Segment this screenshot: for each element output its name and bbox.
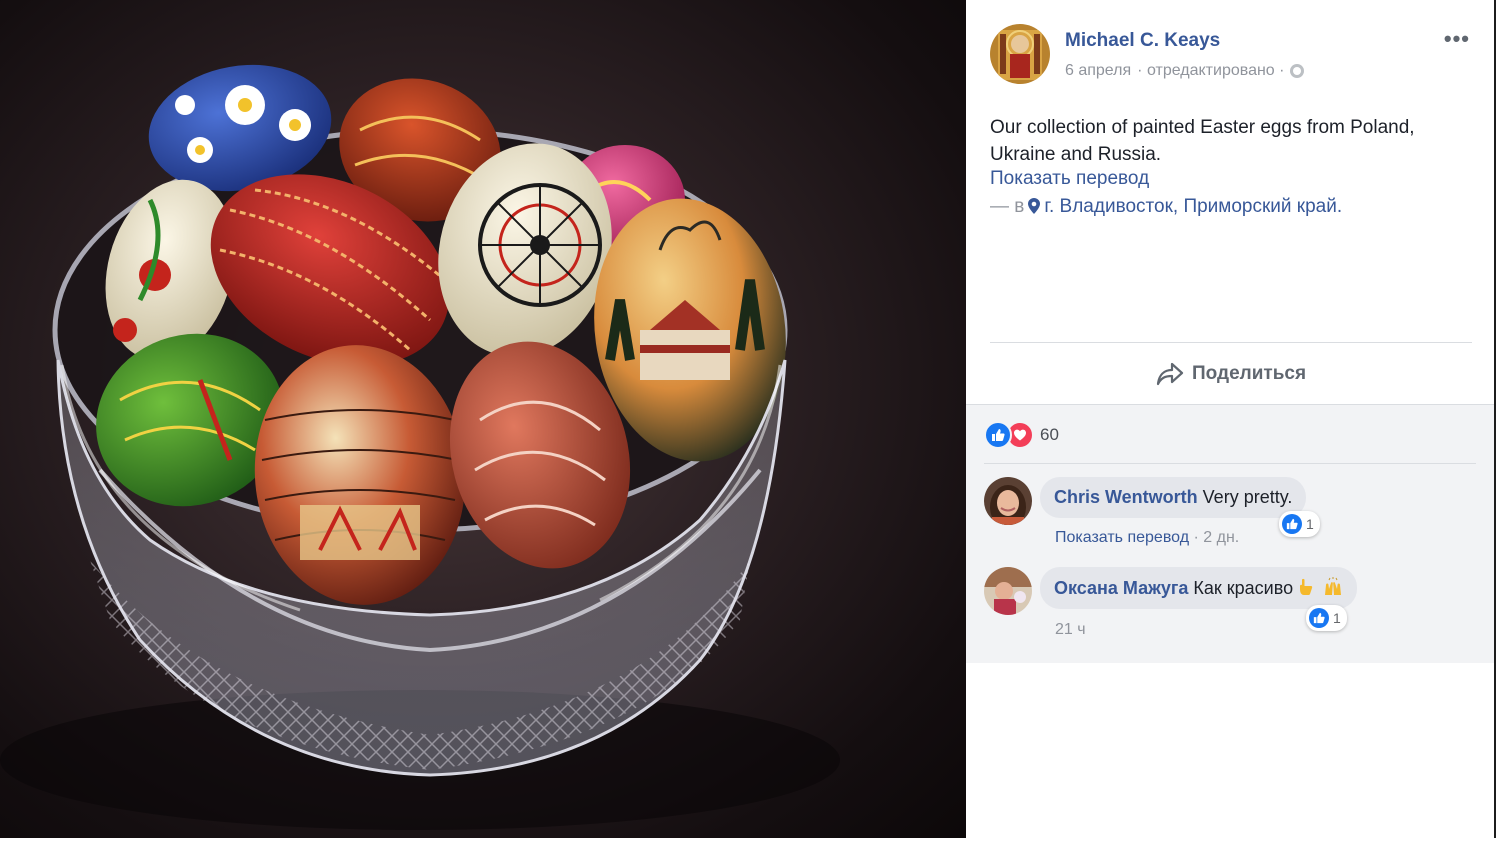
pointing-hand-emoji-icon — [1300, 578, 1313, 595]
divider — [984, 463, 1476, 464]
comment-reactions[interactable]: 1 — [1279, 511, 1320, 537]
comment-bubble: Chris Wentworth Very pretty. — [1040, 477, 1307, 518]
post-photo[interactable] — [0, 0, 966, 838]
globe-icon[interactable] — [1290, 64, 1305, 78]
reactions-count: 60 — [1040, 425, 1059, 444]
author-avatar[interactable] — [990, 24, 1050, 84]
reactions-summary[interactable]: 60 — [984, 421, 1059, 449]
comment-reactions[interactable]: 1 — [1306, 605, 1347, 631]
comment-meta: Показать перевод · 2 дн. — [1055, 529, 1239, 547]
author-name[interactable]: Michael C. Keays — [1065, 30, 1220, 52]
icon-avatar-image — [990, 24, 1050, 84]
commenter-avatar[interactable] — [984, 477, 1032, 525]
share-label: Поделиться — [1192, 363, 1307, 384]
more-icon[interactable]: ••• — [1444, 26, 1470, 52]
like-reaction-icon — [984, 421, 1012, 449]
bottom-strip — [0, 838, 1496, 844]
post-date[interactable]: 6 апреля — [1065, 62, 1131, 80]
comment-time[interactable]: · 2 дн. — [1193, 529, 1239, 546]
post-text: Our collection of painted Easter eggs fr… — [990, 117, 1415, 165]
location-link[interactable]: г. Владивосток, Приморский край. — [1044, 196, 1342, 217]
post-header: Michael C. Keays 6 апреля · отредактиров… — [990, 24, 1470, 88]
like-reaction-icon — [1309, 608, 1329, 628]
post-panel: Michael C. Keays 6 апреля · отредактиров… — [966, 0, 1496, 838]
edited-label[interactable]: · отредактировано · — [1137, 62, 1284, 80]
post-meta: 6 апреля · отредактировано · — [1065, 62, 1305, 80]
comment-meta: 21 ч — [1055, 621, 1086, 639]
location-pin-icon — [1028, 198, 1041, 214]
icon-avatar-image — [984, 477, 1032, 525]
comment-text: Very pretty. — [1202, 487, 1293, 507]
icon-avatar-image — [984, 567, 1032, 615]
share-button[interactable]: Поделиться — [1156, 356, 1306, 392]
location-line: — в г. Владивосток, Приморский край. — [990, 196, 1342, 218]
comment-time[interactable]: 21 ч — [1055, 621, 1086, 638]
share-icon — [1156, 362, 1184, 386]
location-prefix: — в — [990, 196, 1025, 217]
commenter-name[interactable]: Оксана Мажуга — [1054, 578, 1188, 598]
comment-translate-link[interactable]: Показать перевод — [1055, 529, 1189, 546]
divider — [990, 342, 1472, 343]
feedback-section: 60 Chris Wentworth Very pretty. 1 Показа… — [966, 404, 1494, 663]
like-reaction-icon — [1282, 514, 1302, 534]
comment-reaction-count: 1 — [1306, 516, 1314, 532]
comment-text: Как красиво — [1193, 578, 1294, 598]
translate-link[interactable]: Показать перевод — [990, 168, 1149, 190]
raised-hands-emoji-icon — [1325, 577, 1342, 595]
comment-reaction-count: 1 — [1333, 610, 1341, 626]
comment-bubble: Оксана Мажуга Как красиво — [1040, 567, 1358, 609]
commenter-avatar[interactable] — [984, 567, 1032, 615]
commenter-name[interactable]: Chris Wentworth — [1054, 487, 1198, 507]
easter-eggs-photo — [0, 64, 840, 830]
